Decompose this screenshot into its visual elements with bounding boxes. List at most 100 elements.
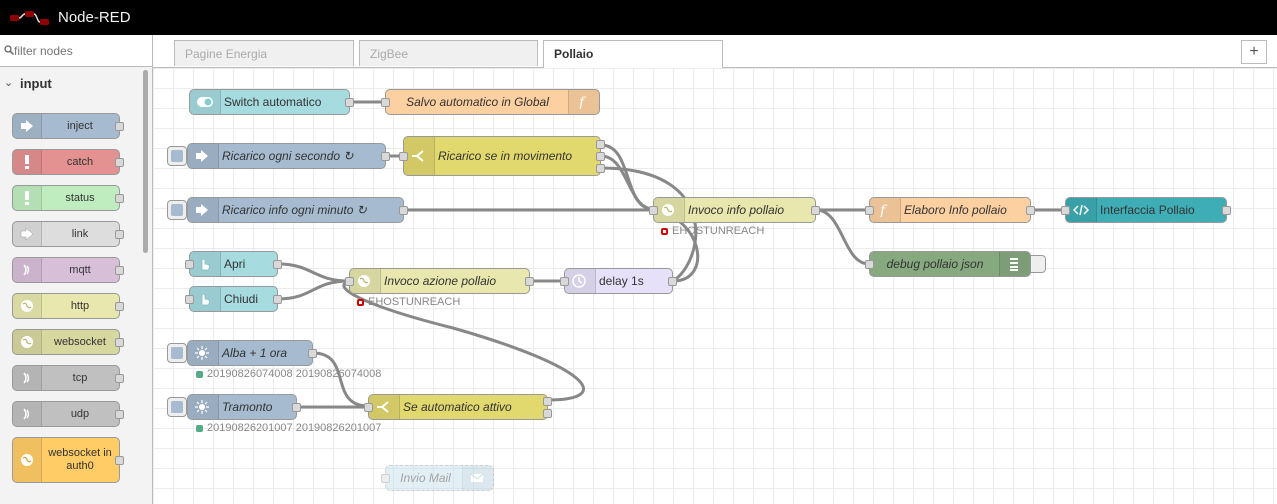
- node-tramonto[interactable]: Tramonto: [187, 394, 301, 420]
- inject-button[interactable]: [167, 343, 187, 363]
- node-ricarico-info-ogni-minuto[interactable]: Ricarico info ogni minuto ↻: [187, 197, 408, 223]
- node-label: delay 1s: [599, 274, 644, 288]
- input-port[interactable]: [399, 152, 408, 161]
- node-status: EHOSTUNREACH: [357, 296, 460, 308]
- palette-node-tcp[interactable]: tcp: [12, 365, 124, 391]
- node-se-automatico-attivo[interactable]: Se automatico attivo: [364, 394, 552, 420]
- output-port[interactable]: [525, 277, 534, 286]
- node-invoco-info-pollaio[interactable]: Invoco info pollaio: [649, 197, 820, 223]
- input-port[interactable]: [364, 403, 373, 412]
- node-interfaccia-pollaio[interactable]: Interfaccia Pollaio: [1061, 197, 1231, 223]
- status-text: 20190826201007 20190826201007: [207, 422, 382, 434]
- tab-pagine-energia[interactable]: Pagine Energia: [174, 40, 354, 66]
- node-label: debug pollaio json: [886, 257, 984, 271]
- input-port[interactable]: [185, 295, 194, 304]
- node-alba-1-ora[interactable]: Alba + 1 ora: [187, 340, 317, 366]
- inject-button[interactable]: [167, 200, 187, 220]
- status-ring-icon: [357, 299, 364, 306]
- node-red-logo-icon: [10, 11, 49, 25]
- palette-scrollbar[interactable]: [143, 70, 148, 253]
- status-text: 20190826074008 20190826074008: [207, 368, 382, 380]
- input-port[interactable]: [1061, 206, 1070, 215]
- node-debug-pollaio-json[interactable]: debug pollaio json: [865, 251, 1031, 277]
- output-port[interactable]: [668, 277, 677, 286]
- node-ricarico-ogni-secondo[interactable]: Ricarico ogni secondo ↻: [187, 143, 390, 169]
- node-chiudi[interactable]: Chiudi: [185, 286, 282, 312]
- palette-filter: [0, 35, 152, 67]
- inject-button[interactable]: [167, 397, 187, 417]
- output-port[interactable]: [292, 403, 301, 412]
- filter-nodes-input[interactable]: [14, 42, 144, 60]
- node-switch-automatico[interactable]: Switch automatico: [189, 89, 354, 115]
- node-elaboro-info-pollaio[interactable]: f Elaboro Info pollaio: [865, 197, 1035, 223]
- node-apri[interactable]: Apri: [185, 251, 282, 277]
- palette-category-input[interactable]: ⌄ input: [0, 68, 140, 98]
- node-invio-mail[interactable]: Invio Mail: [381, 465, 494, 491]
- input-port[interactable]: [185, 260, 194, 269]
- palette-node-websocket-in-auth0[interactable]: websocket in auth0: [12, 437, 124, 483]
- output-port[interactable]: [596, 164, 605, 173]
- output-port[interactable]: [596, 152, 605, 161]
- bridge-icon: [13, 402, 42, 426]
- palette-node-http[interactable]: http: [12, 293, 124, 319]
- palette-category-label: input: [20, 76, 52, 91]
- palette-node-websocket[interactable]: websocket: [12, 329, 124, 355]
- node-invoco-azione-pollaio[interactable]: Invoco azione pollaio: [345, 268, 534, 294]
- output-port[interactable]: [115, 230, 124, 239]
- input-port[interactable]: [865, 260, 874, 269]
- palette-node-inject[interactable]: inject: [12, 113, 124, 139]
- bridge-icon: [13, 258, 42, 282]
- exclamation-icon: [13, 150, 42, 174]
- output-port[interactable]: [811, 206, 820, 215]
- add-tab-button[interactable]: +: [1241, 40, 1267, 64]
- node-ricarico-se-in-movimento[interactable]: Ricarico se in movimento: [399, 136, 605, 176]
- input-port[interactable]: [865, 206, 874, 215]
- output-port[interactable]: [543, 409, 552, 418]
- output-port[interactable]: [115, 194, 124, 203]
- tab-pollaio[interactable]: Pollaio: [543, 40, 723, 68]
- output-port[interactable]: [381, 152, 390, 161]
- output-port[interactable]: [115, 410, 124, 419]
- output-port[interactable]: [115, 122, 124, 131]
- output-port[interactable]: [273, 295, 282, 304]
- input-port[interactable]: [345, 277, 354, 286]
- node-status: 20190826074008 20190826074008: [196, 368, 381, 380]
- flow-workspace[interactable]: Switch automatico f Salvo automatico in …: [153, 68, 1277, 504]
- palette-node-link[interactable]: link: [12, 221, 124, 247]
- palette-node-label: websocket in auth0: [48, 447, 112, 472]
- inject-button[interactable]: [167, 146, 187, 166]
- palette-node-label: mqtt: [69, 263, 91, 276]
- output-port[interactable]: [115, 302, 124, 311]
- palette-node-udp[interactable]: udp: [12, 401, 124, 427]
- hand-icon: [190, 287, 221, 311]
- node-label: Ricarico se in movimento: [438, 149, 573, 163]
- output-port[interactable]: [1222, 206, 1231, 215]
- output-port[interactable]: [115, 456, 124, 465]
- node-delay-1s[interactable]: delay 1s: [560, 268, 677, 294]
- tab-zigbee[interactable]: ZigBee: [359, 40, 538, 66]
- palette-node-status[interactable]: status: [12, 185, 124, 211]
- output-port[interactable]: [345, 98, 354, 107]
- node-salvo-automatico[interactable]: f Salvo automatico in Global: [381, 89, 600, 115]
- palette-node-label: http: [70, 299, 90, 312]
- output-port[interactable]: [115, 374, 124, 383]
- sun-icon: [188, 341, 219, 365]
- output-port[interactable]: [115, 266, 124, 275]
- output-port[interactable]: [543, 397, 552, 406]
- output-port[interactable]: [596, 140, 605, 149]
- input-port[interactable]: [381, 98, 390, 107]
- debug-toggle-button[interactable]: [1030, 255, 1046, 273]
- output-port[interactable]: [399, 206, 408, 215]
- input-port[interactable]: [381, 474, 390, 483]
- output-port[interactable]: [308, 349, 317, 358]
- input-port[interactable]: [560, 277, 569, 286]
- palette-node-mqtt[interactable]: mqtt: [12, 257, 124, 283]
- output-port[interactable]: [273, 260, 282, 269]
- flow-wires: [277, 100, 1065, 409]
- palette-node-catch[interactable]: catch: [12, 149, 124, 175]
- input-port[interactable]: [649, 206, 658, 215]
- output-port[interactable]: [1026, 206, 1035, 215]
- function-icon: f: [568, 90, 599, 114]
- output-port[interactable]: [115, 158, 124, 167]
- output-port[interactable]: [115, 338, 124, 347]
